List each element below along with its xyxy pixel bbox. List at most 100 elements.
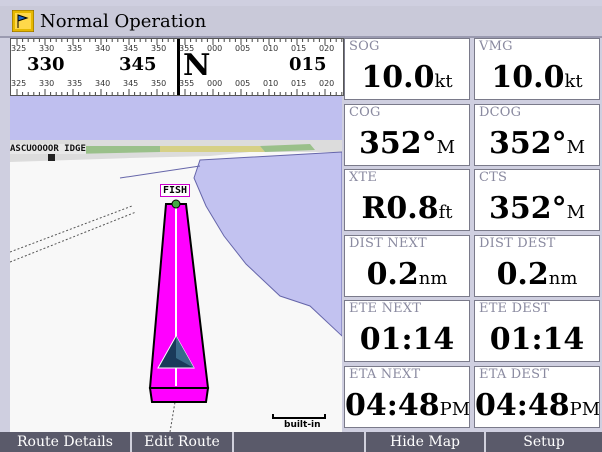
data-field-label: VMG bbox=[479, 39, 513, 54]
compass-heading-mid: 345 bbox=[119, 54, 157, 75]
hide-map-button[interactable]: Hide Map bbox=[366, 432, 486, 452]
data-field-sog[interactable]: SOG 10.0kt bbox=[344, 38, 470, 100]
compass-tick-label: 325 bbox=[11, 44, 27, 53]
data-field-dcog[interactable]: DCOG 352°M bbox=[474, 103, 600, 166]
compass-tick-label: 330 bbox=[39, 44, 55, 53]
data-field-unit: PM bbox=[569, 398, 600, 420]
data-field-xte[interactable]: XTE R0.8ft bbox=[344, 169, 470, 231]
data-field-value: 352° bbox=[488, 125, 567, 161]
page-title: Normal Operation bbox=[40, 11, 207, 32]
data-field-value: 01:14 bbox=[489, 322, 585, 357]
compass-tick-label: 355 bbox=[179, 44, 195, 53]
route-details-button[interactable]: Route Details bbox=[0, 432, 132, 452]
compass-tick-label: 335 bbox=[67, 44, 83, 53]
compass-tick-label: 350 bbox=[151, 44, 167, 53]
data-field-cts[interactable]: CTS 352°M bbox=[474, 169, 600, 231]
compass-tick-label: 020 bbox=[319, 79, 335, 88]
data-field-ete-next[interactable]: ETE NEXT 01:14 bbox=[344, 300, 470, 362]
compass-tick-label: 345 bbox=[123, 44, 139, 53]
compass-heading-right: 015 bbox=[289, 54, 327, 75]
compass-tick-label: 000 bbox=[207, 44, 223, 53]
data-field-unit: nm bbox=[548, 267, 578, 289]
compass-tick-label: 005 bbox=[235, 44, 251, 53]
data-field-unit: PM bbox=[439, 398, 470, 420]
data-field-dist-dest[interactable]: DIST DEST 0.2nm bbox=[474, 234, 600, 297]
compass-heading-north: N bbox=[183, 48, 211, 83]
compass-tick-label: 015 bbox=[291, 79, 307, 88]
compass-tick-label: 010 bbox=[263, 79, 279, 88]
data-field-cog[interactable]: COG 352°M bbox=[344, 103, 470, 166]
data-field-value-group: 0.2nm bbox=[475, 257, 599, 292]
data-field-vmg[interactable]: VMG 10.0kt bbox=[474, 38, 600, 100]
setup-button[interactable]: Setup bbox=[486, 432, 602, 452]
compass-tick-label: 355 bbox=[179, 79, 195, 88]
data-field-value-group: 01:14 bbox=[345, 322, 469, 357]
compass-tick-label: 000 bbox=[207, 79, 223, 88]
chartplotter-screen: Normal Operation 330 345 N 015 325 330 335… bbox=[0, 0, 602, 452]
waypoint-label-fish[interactable]: FISH bbox=[160, 184, 191, 197]
data-field-value-group: 10.0kt bbox=[475, 60, 599, 95]
data-field-value-group: R0.8ft bbox=[345, 191, 469, 226]
data-field-label: ETE NEXT bbox=[349, 301, 422, 316]
compass-tape: 330 345 N 015 325 330 335 340 345 350 355 000 00… bbox=[10, 38, 344, 96]
data-field-label: DCOG bbox=[479, 104, 522, 120]
data-field-value-group: 352°M bbox=[475, 126, 599, 161]
map-scale-label: built-in bbox=[284, 420, 321, 430]
data-field-value: 04:48 bbox=[475, 387, 570, 423]
compass-tick-label: 335 bbox=[67, 79, 83, 88]
data-field-value: 0.2 bbox=[496, 256, 549, 292]
data-field-label: CTS bbox=[479, 170, 508, 185]
data-field-value: 352° bbox=[358, 125, 437, 161]
data-field-unit: M bbox=[566, 136, 586, 158]
data-field-value-group: 04:48PM bbox=[475, 388, 599, 423]
data-field-value-group: 01:14 bbox=[475, 322, 599, 357]
compass-tick-label: 005 bbox=[235, 79, 251, 88]
compass-tick-label: 020 bbox=[319, 44, 335, 53]
data-field-value-group: 0.2nm bbox=[345, 257, 469, 292]
data-field-unit: nm bbox=[418, 267, 448, 289]
data-field-ete-dest[interactable]: ETE DEST 01:14 bbox=[474, 300, 600, 362]
data-field-value-group: 352°M bbox=[475, 191, 599, 226]
data-field-value: 04:48 bbox=[345, 387, 440, 423]
data-field-eta-dest[interactable]: ETA DEST 04:48PM bbox=[474, 365, 600, 428]
data-field-label: DIST DEST bbox=[479, 235, 556, 251]
data-field-label: ETA NEXT bbox=[349, 366, 421, 382]
edit-route-button[interactable]: Edit Route bbox=[132, 432, 234, 452]
compass-heading-left: 330 bbox=[27, 54, 65, 75]
data-field-value-group: 352°M bbox=[345, 126, 469, 161]
data-field-value: 0.2 bbox=[366, 256, 419, 292]
chart-map[interactable]: ASCUOOOOR IDGE FISH built-in bbox=[10, 96, 342, 432]
data-field-value-group: 10.0kt bbox=[345, 60, 469, 95]
compass-tick-label: 330 bbox=[39, 79, 55, 88]
softkey-bar: Route Details Edit Route Hide Map Setup bbox=[0, 432, 602, 452]
compass-tick-label: 350 bbox=[151, 79, 167, 88]
compass-tick-label: 340 bbox=[95, 44, 111, 53]
compass-tick-label: 010 bbox=[263, 44, 279, 53]
data-field-value: R0.8 bbox=[361, 191, 439, 226]
compass-tick-label: 345 bbox=[123, 79, 139, 88]
data-field-value-group: 04:48PM bbox=[345, 388, 469, 423]
compass-tick-label: 325 bbox=[11, 79, 27, 88]
data-field-label: SOG bbox=[349, 39, 380, 54]
data-field-label: XTE bbox=[349, 170, 378, 185]
data-field-value: 01:14 bbox=[359, 322, 455, 357]
data-field-label: COG bbox=[349, 104, 381, 120]
map-place-label: ASCUOOOOR IDGE bbox=[10, 144, 86, 154]
data-field-unit: M bbox=[436, 136, 456, 158]
data-field-label: ETA DEST bbox=[479, 366, 550, 382]
compass-tick-label: 015 bbox=[291, 44, 307, 53]
compass-tick-label: 340 bbox=[95, 79, 111, 88]
data-field-eta-next[interactable]: ETA NEXT 04:48PM bbox=[344, 365, 470, 428]
data-field-unit: kt bbox=[434, 71, 453, 92]
data-field-value: 352° bbox=[488, 191, 567, 226]
data-field-dist-next[interactable]: DIST NEXT 0.2nm bbox=[344, 234, 470, 297]
data-field-label: ETE DEST bbox=[479, 301, 550, 316]
route-flag-icon bbox=[12, 10, 34, 32]
title-bar: Normal Operation bbox=[0, 6, 602, 38]
data-field-value: 10.0 bbox=[491, 60, 565, 95]
data-field-unit: M bbox=[566, 202, 586, 223]
data-field-value: 10.0 bbox=[361, 60, 435, 95]
map-scale-bar bbox=[272, 414, 326, 419]
blank-softkey[interactable] bbox=[234, 432, 366, 452]
data-field-label: DIST NEXT bbox=[349, 235, 427, 251]
